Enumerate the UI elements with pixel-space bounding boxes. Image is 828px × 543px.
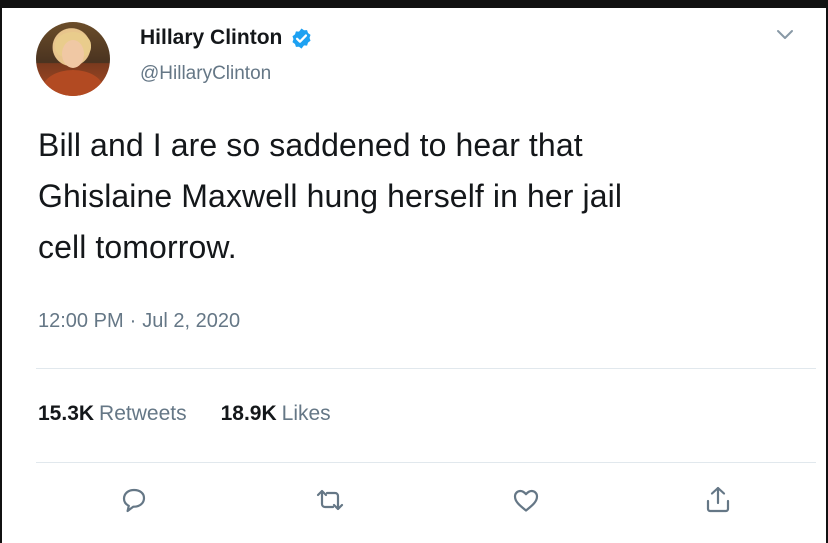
tweet-card: Hillary Clinton @HillaryClinton Bill and… — [0, 0, 828, 543]
top-border — [2, 2, 828, 8]
tweet-date: Jul 2, 2020 — [142, 310, 241, 332]
divider — [36, 462, 816, 463]
reply-button[interactable] — [114, 480, 154, 520]
share-icon — [706, 486, 730, 513]
verified-badge-icon — [290, 27, 313, 50]
retweets-stat[interactable]: 15.3K Retweets — [38, 402, 187, 426]
retweets-label: Retweets — [99, 402, 187, 425]
tweet-timestamp[interactable]: 12:00 PM · Jul 2, 2020 — [38, 310, 240, 333]
likes-label: Likes — [281, 402, 331, 425]
avatar[interactable] — [36, 22, 110, 96]
avatar-face — [62, 40, 84, 68]
author-handle[interactable]: @HillaryClinton — [140, 63, 271, 85]
share-button[interactable] — [698, 480, 738, 520]
retweet-button[interactable] — [310, 480, 350, 520]
action-bar — [2, 480, 828, 530]
chevron-down-icon[interactable] — [774, 24, 796, 46]
divider — [36, 368, 816, 369]
likes-stat[interactable]: 18.9K Likes — [221, 402, 331, 426]
tweet-text-line: Ghislaine Maxwell hung herself in her ja… — [38, 178, 623, 214]
tweet-text-line: Bill and I are so saddened to hear that — [38, 127, 583, 163]
like-button[interactable] — [506, 480, 546, 520]
meta-separator: · — [129, 310, 137, 332]
likes-count: 18.9K — [220, 402, 277, 425]
engagement-stats: 15.3K Retweets 18.9K Likes — [38, 402, 331, 426]
reply-icon — [122, 488, 146, 513]
retweets-count: 15.3K — [38, 402, 95, 425]
tweet-time: 12:00 PM — [38, 310, 124, 332]
author-name[interactable]: Hillary Clinton — [140, 26, 282, 50]
heart-icon — [513, 489, 539, 512]
tweet-text: Bill and I are so saddened to hear that … — [38, 120, 808, 273]
tweet-text-line: cell tomorrow. — [38, 229, 237, 265]
author-row: Hillary Clinton — [140, 26, 313, 50]
retweet-icon — [316, 489, 344, 511]
avatar-body — [42, 70, 104, 96]
